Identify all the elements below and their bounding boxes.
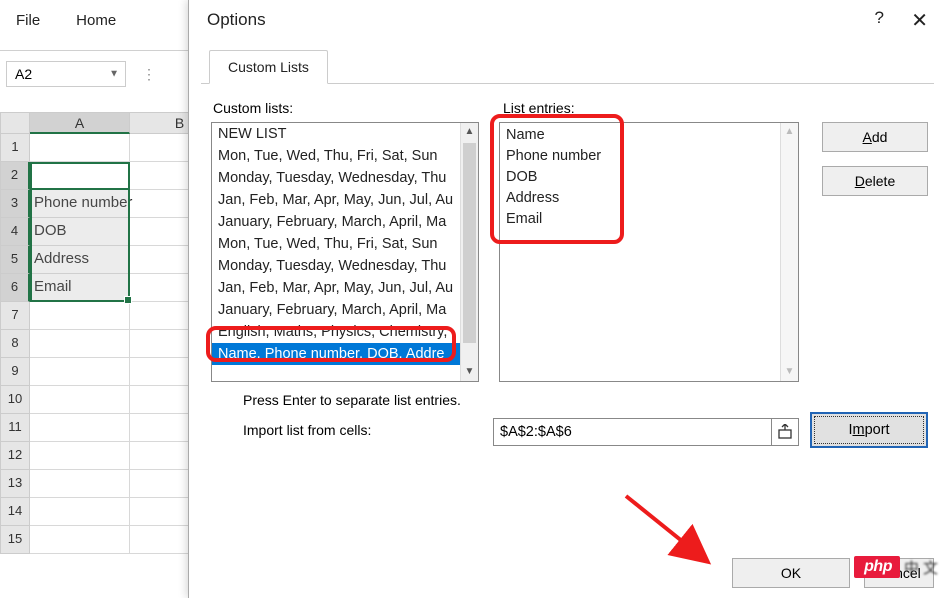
formula-bar-collapsed: ⋮ [142, 66, 158, 83]
list-item[interactable]: Mon, Tue, Wed, Thu, Fri, Sat, Sun [212, 145, 478, 167]
hint-text: Press Enter to separate list entries. [243, 392, 461, 408]
row-header[interactable]: 3 [0, 190, 30, 218]
import-button[interactable]: Import [810, 412, 928, 448]
scroll-down-icon[interactable]: ▼ [781, 363, 798, 381]
row-header[interactable]: 7 [0, 302, 30, 330]
list-entries-label: List entries: [503, 100, 575, 116]
cell[interactable]: Name [30, 162, 130, 190]
custom-lists-listbox[interactable]: NEW LIST Mon, Tue, Wed, Thu, Fri, Sat, S… [211, 122, 479, 382]
tab-strip: Custom Lists [201, 50, 934, 84]
options-dialog: Options ? ✕ Custom Lists Custom lists: L… [188, 0, 946, 598]
row-header[interactable]: 8 [0, 330, 30, 358]
row-header[interactable]: 5 [0, 246, 30, 274]
list-item[interactable]: Jan, Feb, Mar, Apr, May, Jun, Jul, Au [212, 277, 478, 299]
list-item-selected[interactable]: Name, Phone number, DOB, Addre [212, 343, 478, 365]
cell[interactable] [30, 414, 130, 442]
row-header[interactable]: 6 [0, 274, 30, 302]
cell[interactable]: Address [30, 246, 130, 274]
import-range-input[interactable] [493, 418, 791, 446]
dialog-title-bar: Options ? ✕ [189, 0, 946, 40]
entry-line: Phone number [506, 146, 792, 167]
row-header[interactable]: 15 [0, 526, 30, 554]
cell[interactable] [30, 358, 130, 386]
list-item[interactable]: Mon, Tue, Wed, Thu, Fri, Sat, Sun [212, 233, 478, 255]
row-header[interactable]: 4 [0, 218, 30, 246]
dialog-title: Options [207, 10, 266, 30]
cell[interactable] [30, 526, 130, 554]
select-all-corner[interactable] [0, 112, 30, 134]
cell[interactable]: Email [30, 274, 130, 302]
scroll-thumb[interactable] [463, 143, 476, 343]
row-header[interactable]: 14 [0, 498, 30, 526]
row-header[interactable]: 12 [0, 442, 30, 470]
cell[interactable] [30, 302, 130, 330]
cell[interactable] [30, 386, 130, 414]
import-label: Import list from cells: [243, 422, 371, 438]
cell[interactable] [30, 330, 130, 358]
watermark-text: 中文 [904, 557, 942, 578]
watermark-badge: php [854, 556, 900, 578]
list-entries-textbox[interactable]: Name Phone number DOB Address Email ▲ ▼ [499, 122, 799, 382]
cell[interactable] [30, 470, 130, 498]
list-item[interactable]: English, Maths, Physics, Chemistry, [212, 321, 478, 343]
ok-button[interactable]: OK [732, 558, 850, 588]
dialog-body: Custom lists: List entries: NEW LIST Mon… [213, 100, 922, 538]
delete-button[interactable]: Delete [822, 166, 928, 196]
list-item[interactable]: Monday, Tuesday, Wednesday, Thu [212, 255, 478, 277]
cell[interactable] [30, 498, 130, 526]
entry-line: Name [506, 125, 792, 146]
cell[interactable] [30, 134, 130, 162]
close-icon[interactable]: ✕ [911, 8, 928, 33]
entry-line: DOB [506, 167, 792, 188]
custom-lists-label: Custom lists: [213, 100, 293, 116]
cell[interactable]: DOB [30, 218, 130, 246]
entry-line: Address [506, 188, 792, 209]
scroll-up-icon[interactable]: ▲ [461, 123, 478, 141]
watermark: php 中文 [854, 556, 942, 578]
row-header[interactable]: 11 [0, 414, 30, 442]
cell[interactable]: Phone number [30, 190, 130, 218]
scroll-down-icon[interactable]: ▼ [461, 363, 478, 381]
cell[interactable] [30, 442, 130, 470]
menu-home[interactable]: Home [76, 12, 116, 29]
list-item[interactable]: January, February, March, April, Ma [212, 211, 478, 233]
entry-line: Email [506, 209, 792, 230]
scrollbar[interactable]: ▲ ▼ [460, 123, 478, 381]
row-header[interactable]: 1 [0, 134, 30, 162]
col-header-a[interactable]: A [30, 112, 130, 134]
row-header[interactable]: 9 [0, 358, 30, 386]
scrollbar[interactable]: ▲ ▼ [780, 123, 798, 381]
list-item[interactable]: January, February, March, April, Ma [212, 299, 478, 321]
add-button[interactable]: Add [822, 122, 928, 152]
menu-file[interactable]: File [16, 12, 40, 29]
list-item[interactable]: Jan, Feb, Mar, Apr, May, Jun, Jul, Au [212, 189, 478, 211]
name-box[interactable]: A2 ▼ [6, 61, 126, 87]
chevron-down-icon[interactable]: ▼ [109, 69, 119, 80]
help-icon[interactable]: ? [875, 8, 884, 28]
row-header[interactable]: 13 [0, 470, 30, 498]
name-box-value: A2 [15, 66, 32, 82]
row-header[interactable]: 10 [0, 386, 30, 414]
scroll-up-icon[interactable]: ▲ [781, 123, 798, 141]
tab-custom-lists[interactable]: Custom Lists [209, 50, 328, 84]
row-header[interactable]: 2 [0, 162, 30, 190]
list-item[interactable]: NEW LIST [212, 123, 478, 145]
list-item[interactable]: Monday, Tuesday, Wednesday, Thu [212, 167, 478, 189]
range-selector-icon[interactable] [771, 418, 799, 446]
